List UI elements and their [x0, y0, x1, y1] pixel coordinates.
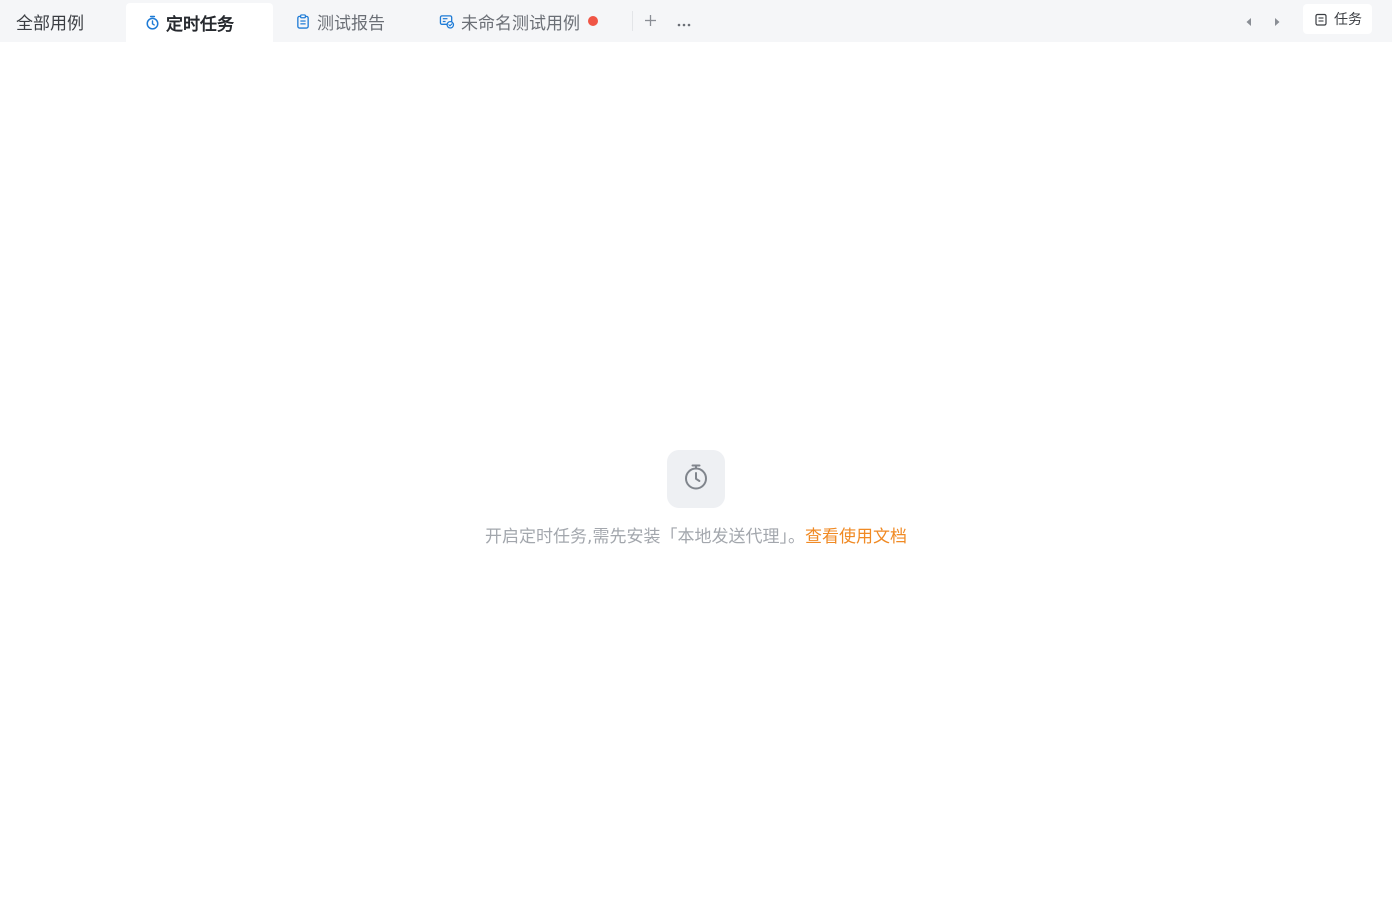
task-button-label: 任务 [1334, 12, 1362, 28]
tab-bar: 全部用例 定时任务 测试报告 未命名测试用例 任务 [0, 0, 1392, 42]
tab-label: 未命名测试用例 [461, 13, 580, 34]
more-icon [677, 11, 691, 32]
empty-state-message: 开启定时任务,需先安装「本地发送代理」。 [485, 527, 805, 547]
caret-left-icon [1245, 12, 1253, 31]
timer-icon [683, 463, 709, 495]
task-button[interactable]: 任务 [1303, 4, 1372, 34]
view-docs-link[interactable]: 查看使用文档 [805, 527, 907, 547]
scroll-tabs-left-button[interactable] [1235, 0, 1263, 42]
empty-state-icon-box [667, 450, 725, 508]
tab-scheduled-tasks[interactable]: 定时任务 [126, 3, 273, 42]
unsaved-dot [588, 16, 598, 26]
tab-all-cases[interactable]: 全部用例 [0, 0, 126, 42]
plus-icon [644, 11, 657, 32]
tab-bar-spacer [701, 0, 1235, 42]
scroll-tabs-right-button[interactable] [1263, 0, 1291, 42]
tab-label: 定时任务 [166, 15, 234, 35]
tab-label: 全部用例 [16, 13, 84, 34]
clipboard-icon [295, 13, 311, 29]
add-tab-button[interactable] [633, 0, 667, 42]
timer-icon [144, 15, 160, 31]
caret-right-icon [1273, 12, 1281, 31]
test-case-icon [439, 13, 455, 29]
tab-label: 测试报告 [317, 13, 385, 34]
tab-unnamed-test-case[interactable]: 未命名测试用例 [423, 0, 632, 42]
task-list-icon [1315, 13, 1327, 26]
empty-state: 开启定时任务,需先安装「本地发送代理」。查看使用文档 [0, 450, 1392, 547]
tab-test-report[interactable]: 测试报告 [273, 0, 423, 42]
more-tabs-button[interactable] [667, 0, 701, 42]
empty-state-text: 开启定时任务,需先安装「本地发送代理」。查看使用文档 [485, 522, 907, 547]
